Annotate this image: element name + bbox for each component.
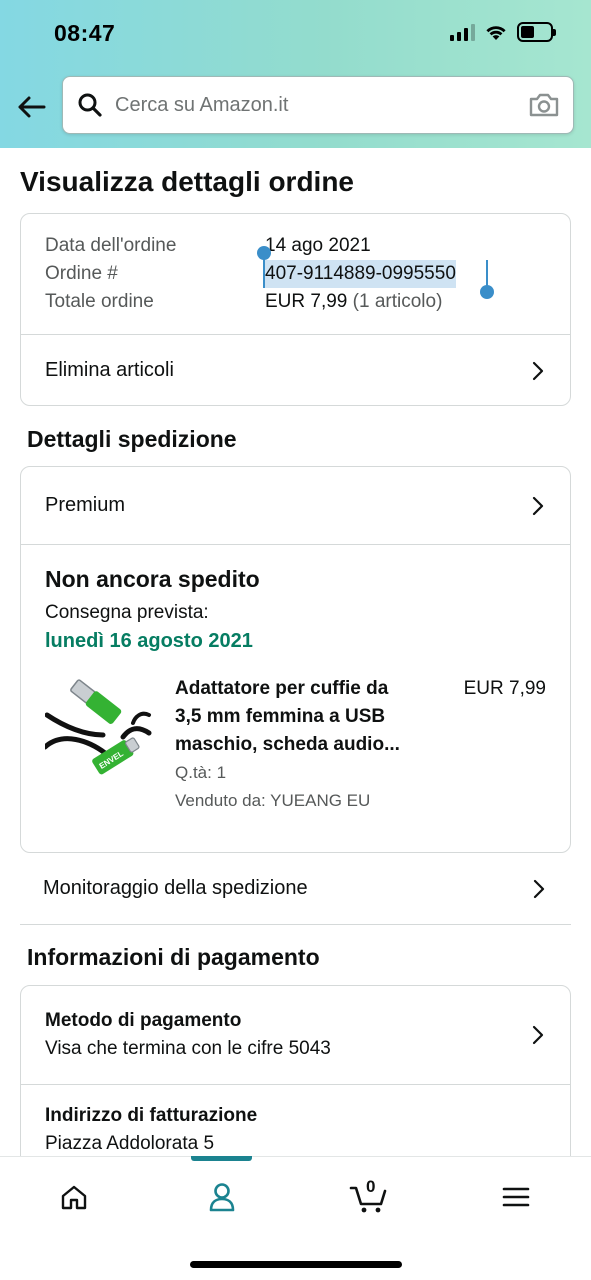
product-title[interactable]: Adattatore per cuffie da 3,5 mm femmina … xyxy=(175,675,425,759)
wifi-icon xyxy=(486,26,506,40)
user-icon xyxy=(209,1183,235,1212)
tab-home[interactable] xyxy=(49,1177,99,1217)
chevron-right-icon xyxy=(528,1023,548,1047)
order-summary-card: Data dell'ordine 14 ago 2021 Ordine # 40… xyxy=(20,213,571,406)
product-image[interactable]: ENVEL xyxy=(42,675,153,785)
order-total-amount: EUR 7,99 xyxy=(265,291,348,312)
active-tab-indicator xyxy=(191,1156,252,1161)
home-icon xyxy=(61,1185,87,1210)
app-header: 08:47 xyxy=(0,0,591,148)
order-total-value: EUR 7,99 (1 articolo) xyxy=(265,288,442,316)
tracking-row[interactable]: Monitoraggio della spedizione xyxy=(20,853,571,925)
product-info: Adattatore per cuffie da 3,5 mm femmina … xyxy=(175,675,546,815)
back-arrow-icon xyxy=(18,96,46,118)
shipping-service-label: Premium xyxy=(45,494,126,516)
chevron-right-icon xyxy=(529,877,549,901)
cart-count: 0 xyxy=(366,1177,376,1196)
home-indicator xyxy=(190,1261,402,1268)
shipping-card: Premium Non ancora spedito Consegna prev… xyxy=(20,466,571,853)
cellular-signal-icon xyxy=(450,23,475,41)
billing-address-title: Indirizzo di fatturazione xyxy=(45,1105,258,1126)
delete-items-row[interactable]: Elimina articoli xyxy=(21,334,570,405)
tab-cart[interactable]: 0 xyxy=(346,1177,392,1217)
tab-menu[interactable] xyxy=(491,1177,541,1217)
billing-address-block: Indirizzo di fatturazione Piazza Addolor… xyxy=(21,1085,570,1158)
order-date-value: 14 ago 2021 xyxy=(265,235,371,256)
order-total-label: Totale ordine xyxy=(45,291,154,312)
product-title-line-3: maschio, scheda audio... xyxy=(175,734,400,755)
shipping-service-row[interactable]: Premium xyxy=(21,467,570,545)
payment-section-title: Informazioni di pagamento xyxy=(27,944,320,970)
order-total-row: Totale ordine EUR 7,99 (1 articolo) xyxy=(45,288,546,316)
search-icon xyxy=(75,90,105,120)
chevron-right-icon xyxy=(528,359,548,383)
search-bar[interactable] xyxy=(62,76,574,134)
tab-account[interactable] xyxy=(197,1177,247,1217)
billing-address-value: Piazza Addolorata 5 xyxy=(45,1133,215,1154)
order-number-row: Ordine # 407-9114889-0995550 xyxy=(45,260,546,288)
battery-icon xyxy=(517,22,556,42)
delivery-date: lunedì 16 agosto 2021 xyxy=(45,630,253,652)
payment-method-value: Visa che termina con le cifre 5043 xyxy=(45,1038,331,1059)
selection-end-handle[interactable] xyxy=(480,285,494,299)
shipment-status-block: Non ancora spedito Consegna prevista: lu… xyxy=(21,545,570,815)
payment-method-text: Metodo di pagamento Visa che termina con… xyxy=(45,1007,331,1063)
delete-items-label: Elimina articoli xyxy=(45,359,174,381)
menu-icon xyxy=(502,1187,530,1207)
product-thumbnail: ENVEL xyxy=(42,679,152,775)
shipping-section-title: Dettagli spedizione xyxy=(27,426,237,452)
selection-start-handle[interactable] xyxy=(257,246,271,260)
product-quantity: Q.tà: 1 xyxy=(175,763,227,782)
order-item-count: (1 articolo) xyxy=(352,291,443,312)
search-input[interactable] xyxy=(115,93,527,117)
payment-method-title: Metodo di pagamento xyxy=(45,1010,242,1031)
product-seller: Venduto da: YUEANG EU xyxy=(175,791,371,810)
camera-icon[interactable] xyxy=(527,90,561,120)
back-button[interactable] xyxy=(14,90,48,124)
status-time: 08:47 xyxy=(54,20,116,46)
product-price: EUR 7,99 xyxy=(463,678,546,699)
delivery-label: Consegna prevista: xyxy=(45,602,209,623)
product-title-line-2: 3,5 mm femmina a USB xyxy=(175,706,386,727)
product-title-line-1: Adattatore per cuffie da xyxy=(175,678,389,699)
tracking-label: Monitoraggio della spedizione xyxy=(43,877,308,899)
order-number-label: Ordine # xyxy=(45,263,118,284)
chevron-right-icon xyxy=(528,494,548,518)
shipment-status: Non ancora spedito xyxy=(45,566,260,592)
status-icons xyxy=(450,22,556,42)
order-number-value[interactable]: 407-9114889-0995550 xyxy=(265,260,456,288)
order-date-row: Data dell'ordine 14 ago 2021 xyxy=(45,232,546,260)
page-title: Visualizza dettagli ordine xyxy=(20,166,355,197)
order-item[interactable]: ENVEL Adattatore per cuffie da 3,5 mm fe… xyxy=(42,675,546,815)
payment-method-row[interactable]: Metodo di pagamento Visa che termina con… xyxy=(21,986,570,1085)
order-date-label: Data dell'ordine xyxy=(45,235,177,256)
